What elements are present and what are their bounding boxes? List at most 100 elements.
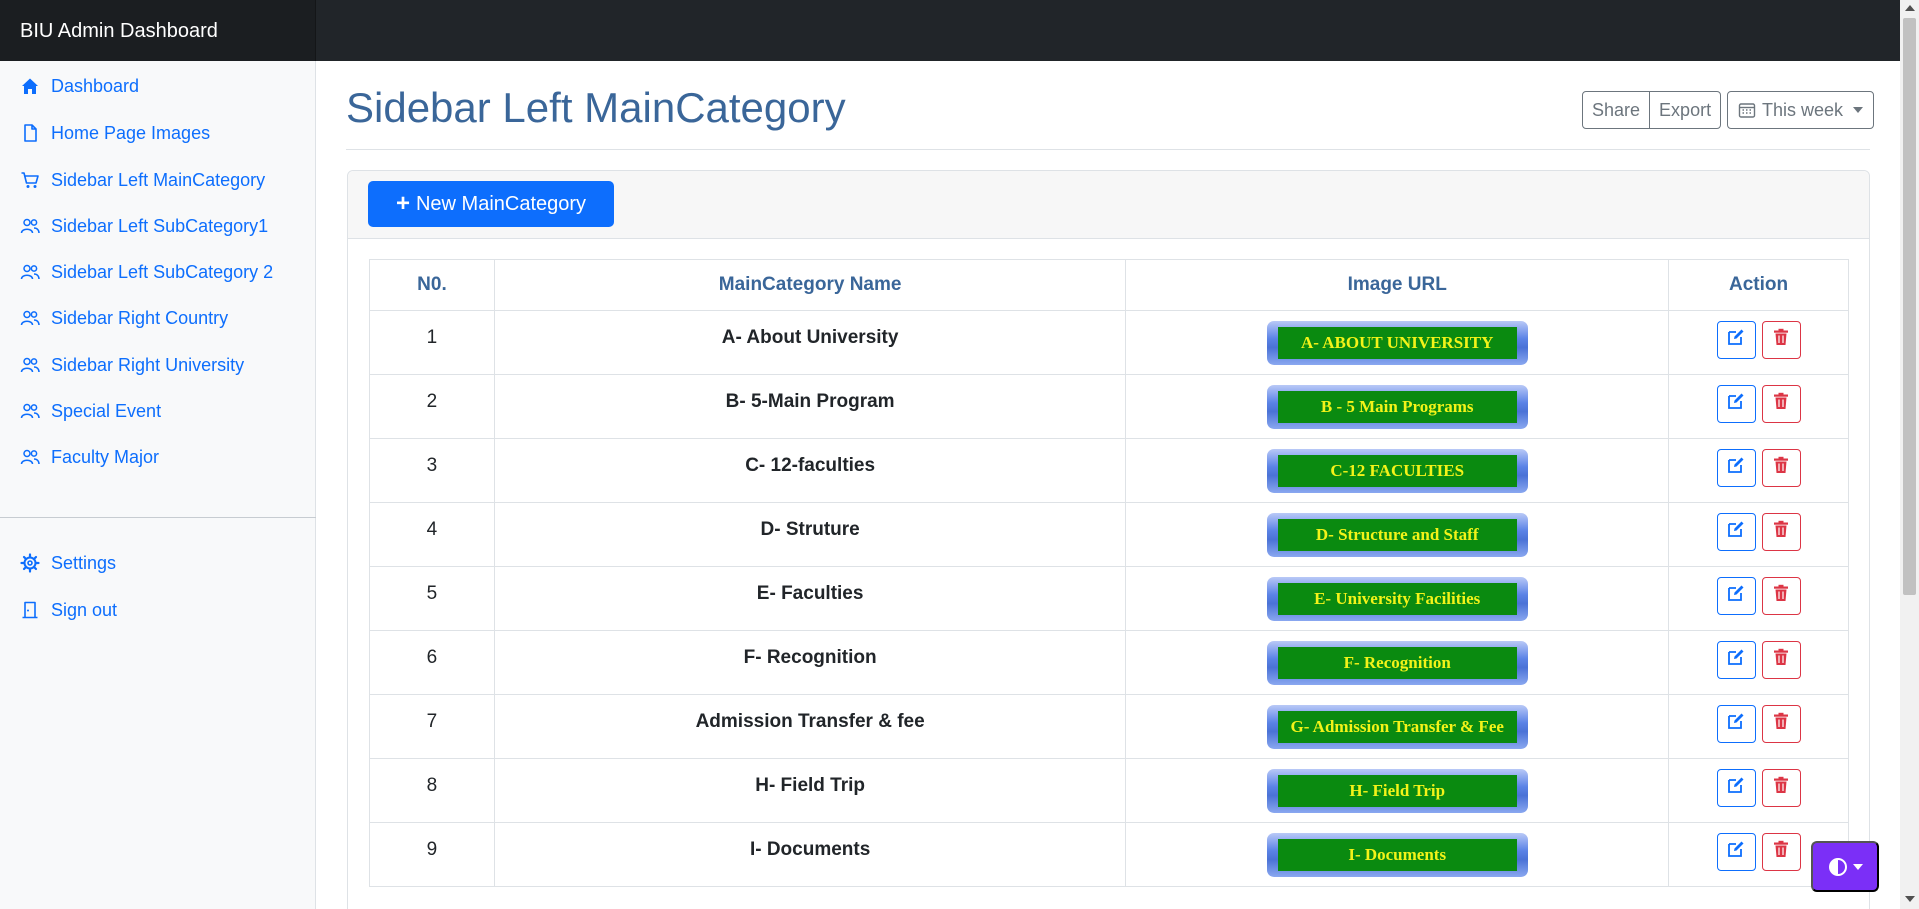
share-export-group: Share Export — [1582, 91, 1722, 129]
action-cell — [1668, 694, 1849, 759]
delete-button[interactable] — [1761, 449, 1801, 487]
chevron-down-icon — [1853, 107, 1864, 113]
category-image[interactable]: G- Admission Transfer & Fee — [1266, 705, 1528, 749]
category-image[interactable]: C-12 FACULTIES — [1266, 449, 1528, 493]
sidebar-item-label: Sidebar Right Country — [51, 307, 229, 328]
row-number: 7 — [369, 694, 495, 759]
category-image-text: H- Field Trip — [1277, 775, 1517, 807]
category-image[interactable]: A- ABOUT UNIVERSITY — [1266, 321, 1528, 365]
image-url-cell: B - 5 Main Programs — [1125, 374, 1670, 439]
table-header-row: N0. MainCategory Name Image URL Action — [369, 259, 1849, 311]
action-cell — [1668, 758, 1849, 823]
column-header-action[interactable]: Action — [1668, 259, 1849, 311]
door-icon — [22, 601, 38, 619]
trash-icon — [1771, 391, 1791, 417]
scrollbar-thumb[interactable] — [1903, 18, 1916, 595]
action-cell — [1668, 630, 1849, 695]
category-image-text: E- University Facilities — [1277, 583, 1517, 615]
edit-button[interactable] — [1716, 833, 1756, 871]
delete-button[interactable] — [1761, 577, 1801, 615]
edit-button[interactable] — [1716, 641, 1756, 679]
main-category-name: F- Recognition — [493, 630, 1127, 695]
sidebar-item-home-page-images[interactable]: Home Page Images — [20, 118, 210, 148]
sidebar-item-subcategory1[interactable]: Sidebar Left SubCategory1 — [20, 211, 268, 241]
category-image[interactable]: I- Documents — [1266, 833, 1528, 877]
edit-icon — [1726, 775, 1746, 801]
row-number: 4 — [369, 502, 495, 567]
edit-button[interactable] — [1716, 449, 1756, 487]
scroll-down-arrow-icon[interactable] — [1905, 896, 1915, 902]
edit-button[interactable] — [1716, 385, 1756, 423]
delete-button[interactable] — [1761, 705, 1801, 743]
table-row: 3 C- 12-faculties C-12 FACULTIES — [369, 438, 1849, 503]
category-image-text: D- Structure and Staff — [1277, 519, 1517, 551]
share-button[interactable]: Share — [1582, 91, 1651, 129]
export-button[interactable]: Export — [1649, 91, 1722, 129]
edit-button[interactable] — [1716, 705, 1756, 743]
category-image[interactable]: E- University Facilities — [1266, 577, 1528, 621]
delete-button[interactable] — [1761, 321, 1801, 359]
delete-button[interactable] — [1761, 641, 1801, 679]
sidebar-item-label: Sidebar Right University — [51, 354, 245, 375]
row-number: 8 — [369, 758, 495, 823]
trash-icon — [1771, 775, 1791, 801]
category-image[interactable]: D- Structure and Staff — [1266, 513, 1528, 557]
sidebar-item-right-university[interactable]: Sidebar Right University — [20, 350, 244, 380]
column-header-name[interactable]: MainCategory Name — [493, 259, 1127, 311]
edit-button[interactable] — [1716, 513, 1756, 551]
sidebar-item-subcategory2[interactable]: Sidebar Left SubCategory 2 — [20, 257, 273, 287]
title-divider — [346, 149, 1870, 150]
image-url-cell: D- Structure and Staff — [1125, 502, 1670, 567]
page-scrollbar[interactable] — [1900, 0, 1919, 909]
cart-icon — [21, 172, 39, 188]
image-url-cell: I- Documents — [1125, 822, 1670, 887]
table-row: 8 H- Field Trip H- Field Trip — [369, 758, 1849, 823]
home-icon — [22, 78, 38, 94]
scroll-up-arrow-icon[interactable] — [1905, 5, 1915, 11]
trash-icon — [1771, 455, 1791, 481]
period-dropdown-button[interactable]: This week — [1727, 91, 1875, 129]
edit-icon — [1726, 711, 1746, 737]
calendar-icon — [1738, 103, 1756, 118]
trash-icon — [1771, 647, 1791, 673]
users-icon — [20, 403, 40, 419]
main-category-name: Admission Transfer & fee — [493, 694, 1127, 759]
delete-button[interactable] — [1761, 385, 1801, 423]
row-number: 2 — [369, 374, 495, 439]
category-image[interactable]: F- Recognition — [1266, 641, 1528, 685]
sidebar-item-label: Sidebar Left MainCategory — [51, 169, 266, 190]
sidebar-item-right-country[interactable]: Sidebar Right Country — [20, 303, 228, 333]
category-image[interactable]: H- Field Trip — [1266, 769, 1528, 813]
category-image[interactable]: B - 5 Main Programs — [1266, 385, 1528, 429]
edit-button[interactable] — [1716, 769, 1756, 807]
sidebar-item-dashboard[interactable]: Dashboard — [20, 71, 139, 101]
users-icon — [20, 357, 40, 373]
edit-button[interactable] — [1716, 577, 1756, 615]
edit-button[interactable] — [1716, 321, 1756, 359]
brand-title[interactable]: BIU Admin Dashboard — [0, 0, 316, 61]
delete-button[interactable] — [1761, 513, 1801, 551]
delete-button[interactable] — [1761, 769, 1801, 807]
theme-toggle-button[interactable] — [1811, 841, 1879, 892]
sidebar-item-special-event[interactable]: Special Event — [20, 396, 161, 426]
delete-button[interactable] — [1761, 833, 1801, 871]
table-row: 6 F- Recognition F- Recognition — [369, 630, 1849, 695]
table-row: 7 Admission Transfer & fee G- Admission Tr… — [369, 694, 1849, 759]
sidebar-item-sign-out[interactable]: Sign out — [20, 595, 117, 625]
sidebar-item-main-category[interactable]: Sidebar Left MainCategory — [20, 165, 265, 195]
contrast-icon — [1828, 857, 1847, 876]
top-navbar: BIU Admin Dashboard — [0, 0, 1900, 61]
sidebar-item-label: Faculty Major — [51, 446, 160, 467]
category-image-text: F- Recognition — [1277, 647, 1517, 679]
column-header-image-url[interactable]: Image URL — [1125, 259, 1670, 311]
column-header-number[interactable]: N0. — [369, 259, 495, 311]
main-category-name: B- 5-Main Program — [493, 374, 1127, 439]
action-cell — [1668, 438, 1849, 503]
sidebar-item-settings[interactable]: Settings — [20, 548, 116, 578]
users-icon — [20, 218, 40, 234]
new-main-category-button[interactable]: + New MainCategory — [368, 181, 614, 227]
action-cell — [1668, 310, 1849, 375]
trash-icon — [1771, 711, 1791, 737]
sidebar-item-faculty-major[interactable]: Faculty Major — [20, 442, 159, 472]
row-number: 5 — [369, 566, 495, 631]
